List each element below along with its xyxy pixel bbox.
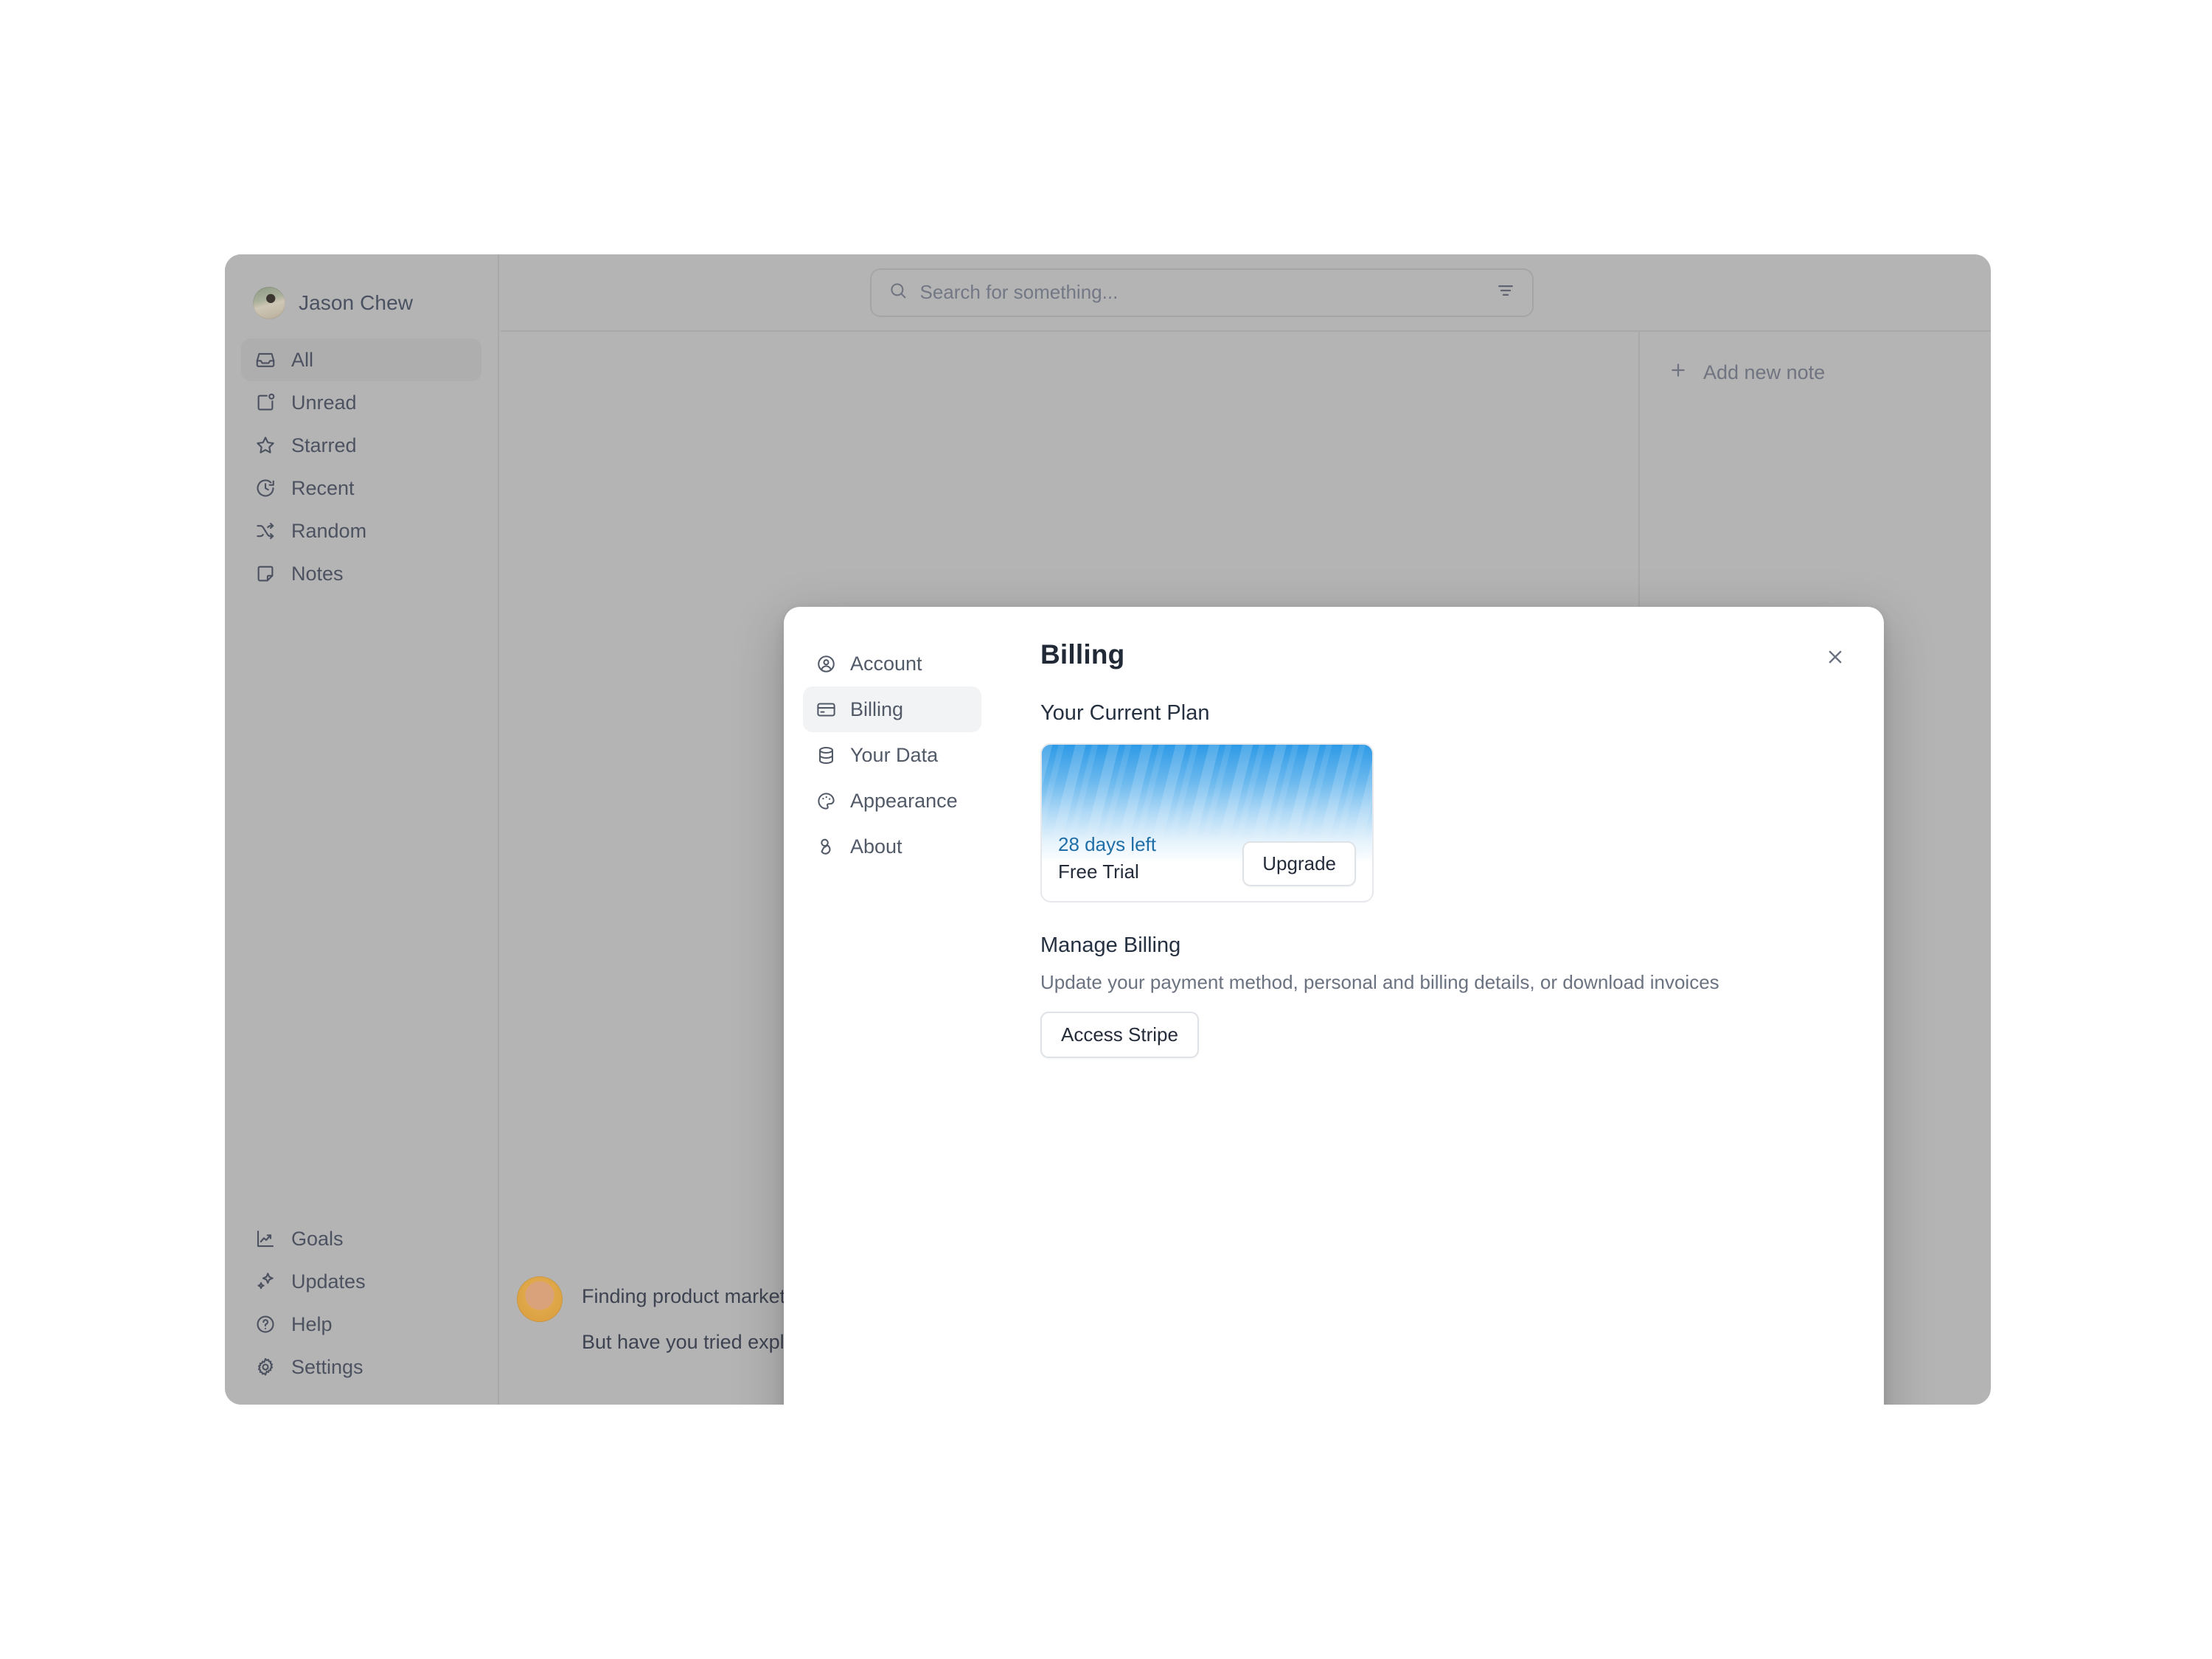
app-window: Jason Chew All Unread Starred Recent Ran… — [225, 254, 1991, 1405]
sidebar-item-recent[interactable]: Recent — [241, 467, 481, 509]
plan-card-footer: 28 days left Free Trial Upgrade — [1058, 831, 1356, 886]
sidebar-item-random[interactable]: Random — [241, 509, 481, 552]
page-title: Billing — [1040, 639, 1125, 669]
profile-name: Jason Chew — [299, 291, 414, 314]
settings-nav-label: Your Data — [850, 743, 939, 766]
manage-billing-description: Update your payment method, personal and… — [1040, 971, 1719, 993]
user-circle-icon — [815, 653, 837, 675]
logo-icon — [815, 835, 837, 858]
settings-nav-label: Billing — [850, 698, 904, 720]
sidebar-item-notes[interactable]: Notes — [241, 552, 481, 595]
sidebar-item-label: Recent — [291, 476, 355, 499]
plan-card-text: 28 days left Free Trial — [1058, 831, 1156, 886]
settings-nav-label: Account — [850, 652, 922, 675]
close-icon[interactable] — [1820, 642, 1850, 672]
settings-modal: Account Billing Your Data Appearance Abo… — [784, 607, 1884, 1405]
sidebar-bottom-nav: Goals Updates Help Settings — [225, 1217, 498, 1388]
inbox-icon — [254, 348, 277, 372]
plan-name: Free Trial — [1058, 860, 1139, 883]
sidebar-item-unread[interactable]: Unread — [241, 381, 481, 424]
avatar — [517, 1276, 563, 1322]
sidebar-item-label: Settings — [291, 1355, 364, 1378]
settings-modal-nav: Account Billing Your Data Appearance Abo… — [784, 607, 998, 1405]
settings-nav-label: About — [850, 835, 902, 858]
sidebar-primary-nav: All Unread Starred Recent Random Notes — [225, 338, 498, 595]
sidebar-item-label: Unread — [291, 391, 357, 414]
add-new-note-label: Add new note — [1703, 361, 1826, 383]
settings-nav-item-about[interactable]: About — [803, 824, 981, 869]
sparkles-icon — [254, 1270, 277, 1293]
credit-card-icon — [815, 698, 837, 720]
settings-nav-item-billing[interactable]: Billing — [803, 686, 981, 732]
gear-icon — [254, 1355, 277, 1379]
sidebar-item-help[interactable]: Help — [241, 1303, 481, 1346]
topbar: Search for something... — [501, 254, 1991, 332]
current-plan-card: 28 days left Free Trial Upgrade — [1040, 743, 1374, 902]
sidebar-item-all[interactable]: All — [241, 338, 481, 381]
sidebar-item-settings[interactable]: Settings — [241, 1346, 481, 1388]
question-circle-icon — [254, 1312, 277, 1336]
sidebar-item-starred[interactable]: Starred — [241, 424, 481, 467]
shuffle-icon — [254, 519, 277, 543]
sidebar-item-label: Updates — [291, 1270, 366, 1293]
sidebar-item-updates[interactable]: Updates — [241, 1260, 481, 1303]
sidebar-item-label: Notes — [291, 562, 344, 585]
settings-nav-item-account[interactable]: Account — [803, 641, 981, 686]
settings-nav-item-appearance[interactable]: Appearance — [803, 778, 981, 824]
sidebar-item-label: Help — [291, 1312, 333, 1335]
upgrade-button[interactable]: Upgrade — [1242, 841, 1356, 886]
settings-nav-label: Appearance — [850, 789, 958, 812]
note-icon — [254, 562, 277, 585]
plus-icon — [1668, 360, 1688, 386]
chart-line-icon — [254, 1227, 277, 1251]
filter-icon[interactable] — [1495, 280, 1516, 305]
sidebar-item-label: All — [291, 348, 314, 371]
manage-billing-heading: Manage Billing — [1040, 933, 1181, 957]
sidebar-item-goals[interactable]: Goals — [241, 1217, 481, 1260]
database-icon — [815, 744, 837, 766]
star-icon — [254, 434, 277, 457]
search-icon — [888, 280, 908, 305]
current-plan-heading: Your Current Plan — [1040, 701, 1210, 725]
add-new-note-button[interactable]: Add new note — [1640, 332, 1991, 386]
clock-icon — [254, 476, 277, 500]
sidebar-item-label: Random — [291, 519, 367, 542]
avatar — [253, 287, 285, 319]
settings-nav-item-your-data[interactable]: Your Data — [803, 732, 981, 778]
search-placeholder: Search for something... — [919, 281, 1119, 303]
sidebar-item-label: Goals — [291, 1227, 344, 1250]
sidebar: Jason Chew All Unread Starred Recent Ran… — [225, 254, 499, 1405]
profile-row[interactable]: Jason Chew — [225, 254, 498, 319]
search-input[interactable]: Search for something... — [869, 268, 1534, 317]
unread-icon — [254, 391, 277, 414]
sidebar-item-label: Starred — [291, 434, 357, 456]
trial-days-left: 28 days left — [1058, 832, 1156, 855]
access-stripe-button[interactable]: Access Stripe — [1040, 1012, 1199, 1058]
palette-icon — [815, 790, 837, 812]
settings-modal-body: Billing Your Current Plan 28 days left F… — [998, 607, 1884, 1405]
